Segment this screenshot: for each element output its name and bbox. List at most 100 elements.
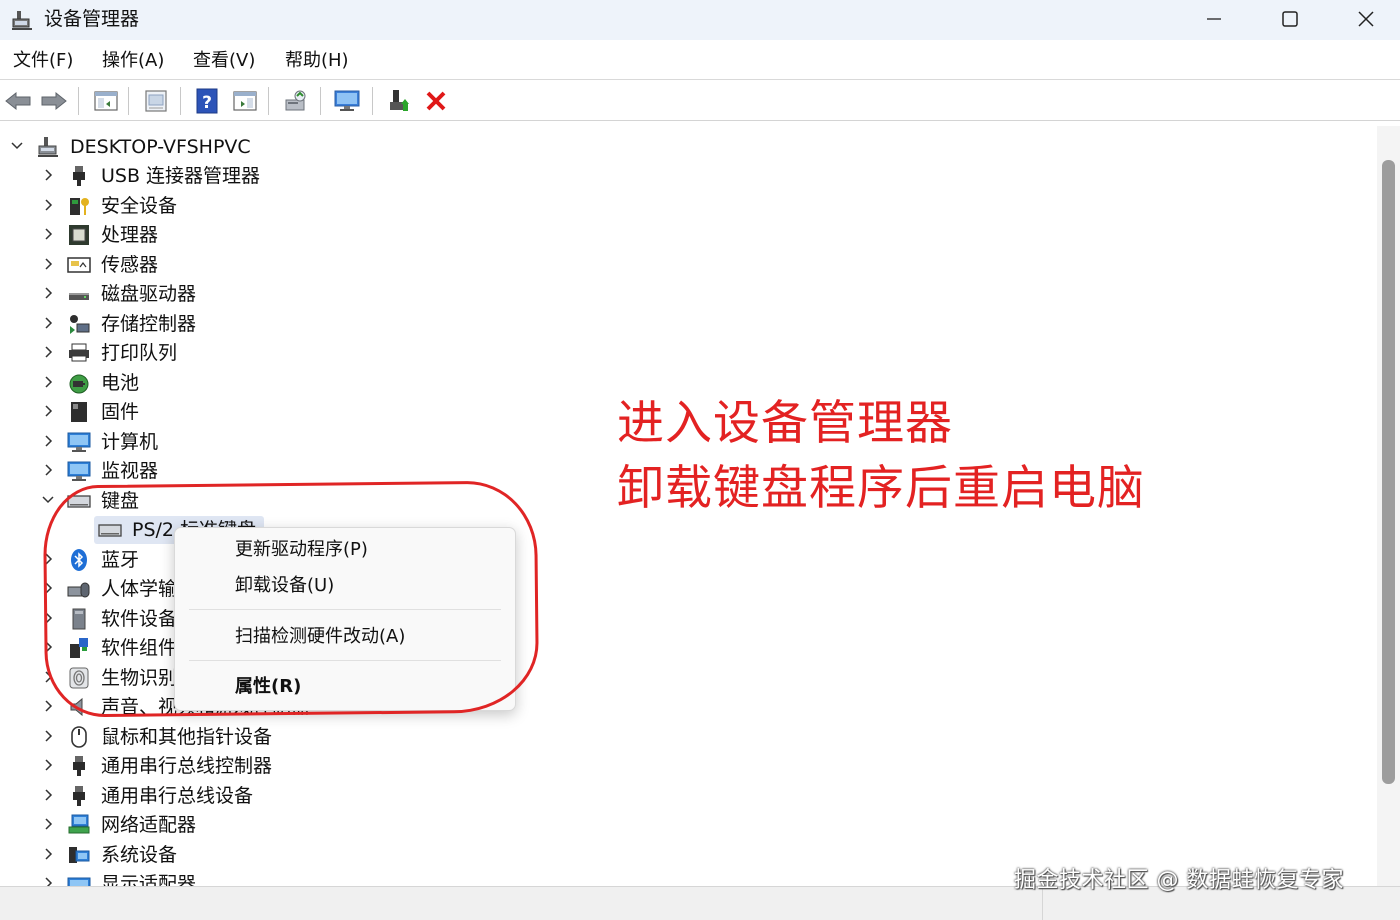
toolbar-separator bbox=[268, 87, 269, 115]
minimize-button[interactable] bbox=[1186, 0, 1242, 38]
tree-category[interactable]: 网络适配器 bbox=[0, 810, 700, 840]
tree-category[interactable]: 处理器 bbox=[0, 220, 700, 250]
uninstall-device-icon bbox=[426, 91, 446, 111]
properties-icon bbox=[145, 90, 167, 112]
tree-category[interactable]: 电池 bbox=[0, 368, 700, 398]
toolbar-separator bbox=[78, 87, 79, 115]
menu-bar: 文件(F) 操作(A) 查看(V) 帮助(H) bbox=[0, 40, 1400, 80]
computer-monitor-icon bbox=[67, 432, 91, 452]
computer-view-button[interactable] bbox=[333, 87, 361, 115]
menu-help[interactable]: 帮助(H) bbox=[285, 49, 349, 73]
chevron-right-icon[interactable] bbox=[41, 788, 55, 802]
chevron-right-icon[interactable] bbox=[41, 434, 55, 448]
chevron-right-icon[interactable] bbox=[41, 876, 55, 886]
update-driver-icon bbox=[390, 90, 409, 111]
back-button[interactable] bbox=[4, 87, 32, 115]
chevron-right-icon[interactable] bbox=[41, 286, 55, 300]
chevron-right-icon[interactable] bbox=[41, 847, 55, 861]
minimize-icon bbox=[1207, 18, 1221, 20]
window-title: 设备管理器 bbox=[44, 8, 140, 30]
scan-hardware-icon bbox=[285, 90, 306, 111]
chevron-right-icon[interactable] bbox=[41, 729, 55, 743]
close-button[interactable] bbox=[1338, 0, 1394, 38]
tree-category-label: 电池 bbox=[101, 372, 140, 394]
chevron-right-icon[interactable] bbox=[41, 257, 55, 271]
device-manager-app-icon bbox=[10, 8, 34, 32]
tree-category-label: 系统设备 bbox=[101, 844, 178, 866]
tree-root[interactable]: DESKTOP-VFSHPVC bbox=[0, 132, 700, 162]
title-bar: 设备管理器 bbox=[0, 0, 1400, 40]
tree-category[interactable]: 磁盘驱动器 bbox=[0, 279, 700, 309]
chevron-right-icon[interactable] bbox=[41, 168, 55, 182]
chevron-right-icon[interactable] bbox=[41, 463, 55, 477]
tree-category[interactable]: USB 连接器管理器 bbox=[0, 161, 700, 191]
tree-category-label: 鼠标和其他指针设备 bbox=[101, 726, 273, 748]
uninstall-device-button[interactable] bbox=[422, 87, 450, 115]
processor-chip-icon bbox=[69, 225, 89, 245]
maximize-icon bbox=[1282, 11, 1298, 27]
chevron-down-icon[interactable] bbox=[10, 139, 24, 153]
show-hide-tree-button[interactable] bbox=[92, 87, 120, 115]
tree-category-label: 安全设备 bbox=[101, 195, 178, 217]
maximize-button[interactable] bbox=[1262, 0, 1318, 38]
system-device-icon bbox=[69, 847, 90, 863]
scan-hardware-button[interactable] bbox=[282, 87, 310, 115]
tree-category[interactable]: 鼠标和其他指针设备 bbox=[0, 722, 700, 752]
toolbar-separator bbox=[128, 87, 129, 115]
tree-category-label: 磁盘驱动器 bbox=[101, 283, 197, 305]
tree-category[interactable]: 显示适配器 bbox=[0, 869, 700, 886]
tree-category-label: 传感器 bbox=[101, 254, 159, 276]
menu-action[interactable]: 操作(A) bbox=[102, 49, 164, 73]
update-driver-button[interactable] bbox=[386, 87, 414, 115]
help-button[interactable]: ? bbox=[193, 87, 221, 115]
display-monitor-icon bbox=[67, 461, 91, 481]
chevron-right-icon[interactable] bbox=[41, 758, 55, 772]
close-icon bbox=[1358, 11, 1374, 27]
tree-category[interactable]: 传感器 bbox=[0, 250, 700, 280]
toolbar-separator bbox=[320, 87, 321, 115]
toolbar-separator bbox=[180, 87, 181, 115]
chevron-right-icon[interactable] bbox=[41, 817, 55, 831]
chevron-right-icon[interactable] bbox=[41, 375, 55, 389]
tree-category-label: 计算机 bbox=[101, 431, 159, 453]
tree-category[interactable]: 固件 bbox=[0, 397, 700, 427]
chevron-right-icon[interactable] bbox=[41, 699, 55, 713]
disk-drive-icon bbox=[69, 293, 89, 300]
chevron-right-icon[interactable] bbox=[41, 227, 55, 241]
menu-file[interactable]: 文件(F) bbox=[13, 49, 73, 73]
tree-category[interactable]: 通用串行总线控制器 bbox=[0, 751, 700, 781]
tree-category-label: 处理器 bbox=[101, 224, 159, 246]
chevron-down-icon[interactable] bbox=[41, 493, 55, 507]
tree-category[interactable]: 通用串行总线设备 bbox=[0, 781, 700, 811]
firmware-icon bbox=[71, 402, 87, 422]
chevron-right-icon[interactable] bbox=[41, 316, 55, 330]
tree-category[interactable]: 安全设备 bbox=[0, 191, 700, 221]
tree-category[interactable]: 系统设备 bbox=[0, 840, 700, 870]
tree-category[interactable]: 打印队列 bbox=[0, 338, 700, 368]
tree-category-label: 通用串行总线控制器 bbox=[101, 755, 273, 777]
menu-view[interactable]: 查看(V) bbox=[193, 49, 255, 73]
sensor-icon bbox=[67, 257, 91, 273]
properties-button[interactable] bbox=[142, 87, 170, 115]
tree-category-label: 固件 bbox=[101, 401, 140, 423]
security-key-icon bbox=[70, 198, 89, 215]
tree-category-label: 监视器 bbox=[101, 460, 159, 482]
forward-button[interactable] bbox=[40, 87, 68, 115]
back-arrow-icon bbox=[5, 91, 31, 111]
usb-plug-icon bbox=[73, 756, 85, 776]
vertical-scrollbar[interactable] bbox=[1377, 126, 1400, 886]
usb-plug-icon bbox=[73, 786, 85, 806]
chevron-right-icon[interactable] bbox=[41, 198, 55, 212]
chevron-right-icon[interactable] bbox=[41, 345, 55, 359]
action-pane-button[interactable] bbox=[231, 87, 259, 115]
scrollbar-thumb[interactable] bbox=[1382, 160, 1395, 784]
network-adapter-icon bbox=[68, 814, 90, 834]
tree-category[interactable]: 计算机 bbox=[0, 427, 700, 457]
svg-text:?: ? bbox=[202, 93, 212, 113]
tree-category-label: 网络适配器 bbox=[101, 814, 197, 836]
mouse-icon bbox=[71, 726, 87, 748]
tree-category[interactable]: 存储控制器 bbox=[0, 309, 700, 339]
forward-arrow-icon bbox=[41, 91, 67, 111]
tree-category-label: 打印队列 bbox=[101, 342, 178, 364]
chevron-right-icon[interactable] bbox=[41, 404, 55, 418]
